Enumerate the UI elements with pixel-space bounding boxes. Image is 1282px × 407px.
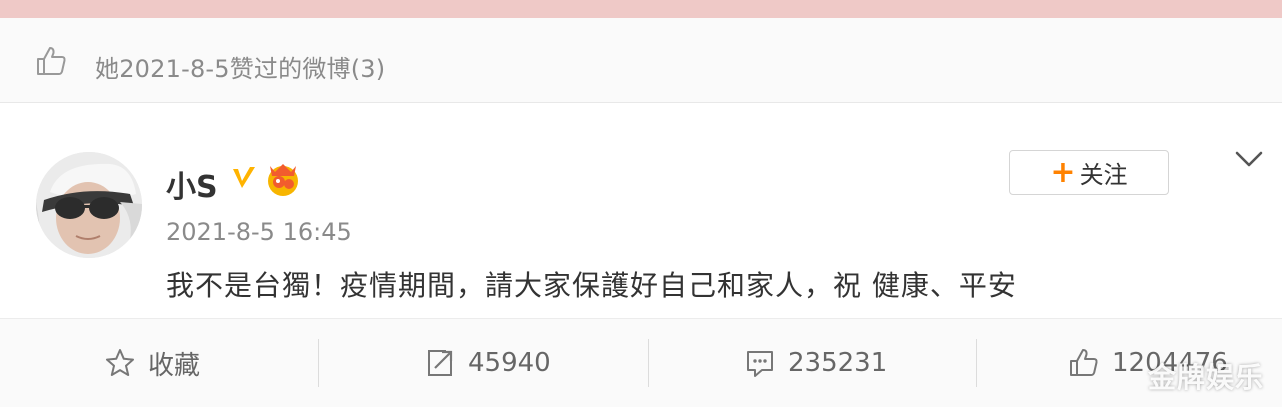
thumbs-up-icon [37,47,66,75]
action-bar: 收藏 45940 235231 1204476 [0,318,1282,407]
favorite-label: 收藏 [148,350,201,381]
divider [648,339,649,387]
comment-count: 235231 [788,348,888,378]
divider [976,339,977,387]
chevron-down-icon[interactable] [1234,148,1264,170]
divider [318,339,319,387]
star-icon [106,349,134,376]
post-content: 我不是台獨！疫情期間，請大家保護好自己和家人，祝 健康、平安 [166,269,1017,302]
repost-count: 45940 [468,348,551,378]
follow-button[interactable]: + 关注 [1009,150,1169,195]
avatar[interactable] [36,152,142,258]
comment-icon [747,351,773,377]
favorite-button[interactable]: 收藏 [104,319,200,407]
comment-button[interactable]: 235231 [744,319,887,407]
user-name[interactable]: 小S [166,162,218,206]
thumbs-up-icon [1070,349,1098,376]
plus-icon: + [1050,154,1076,190]
follow-button-label: 关注 [1079,161,1128,189]
verified-v-icon [233,167,255,188]
avatar-image [36,152,142,258]
liked-header: 她2021-8-5赞过的微博(3) [0,18,1282,103]
repost-button[interactable]: 45940 [424,319,551,407]
watermark: 金牌娱乐 [1148,361,1265,394]
post-timestamp[interactable]: 2021-8-5 16:45 [166,218,352,246]
repost-icon [428,350,453,376]
crown-badge-icon [268,164,298,196]
top-strip [0,0,1282,18]
liked-header-text: 她2021-8-5赞过的微博(3) [95,55,386,83]
